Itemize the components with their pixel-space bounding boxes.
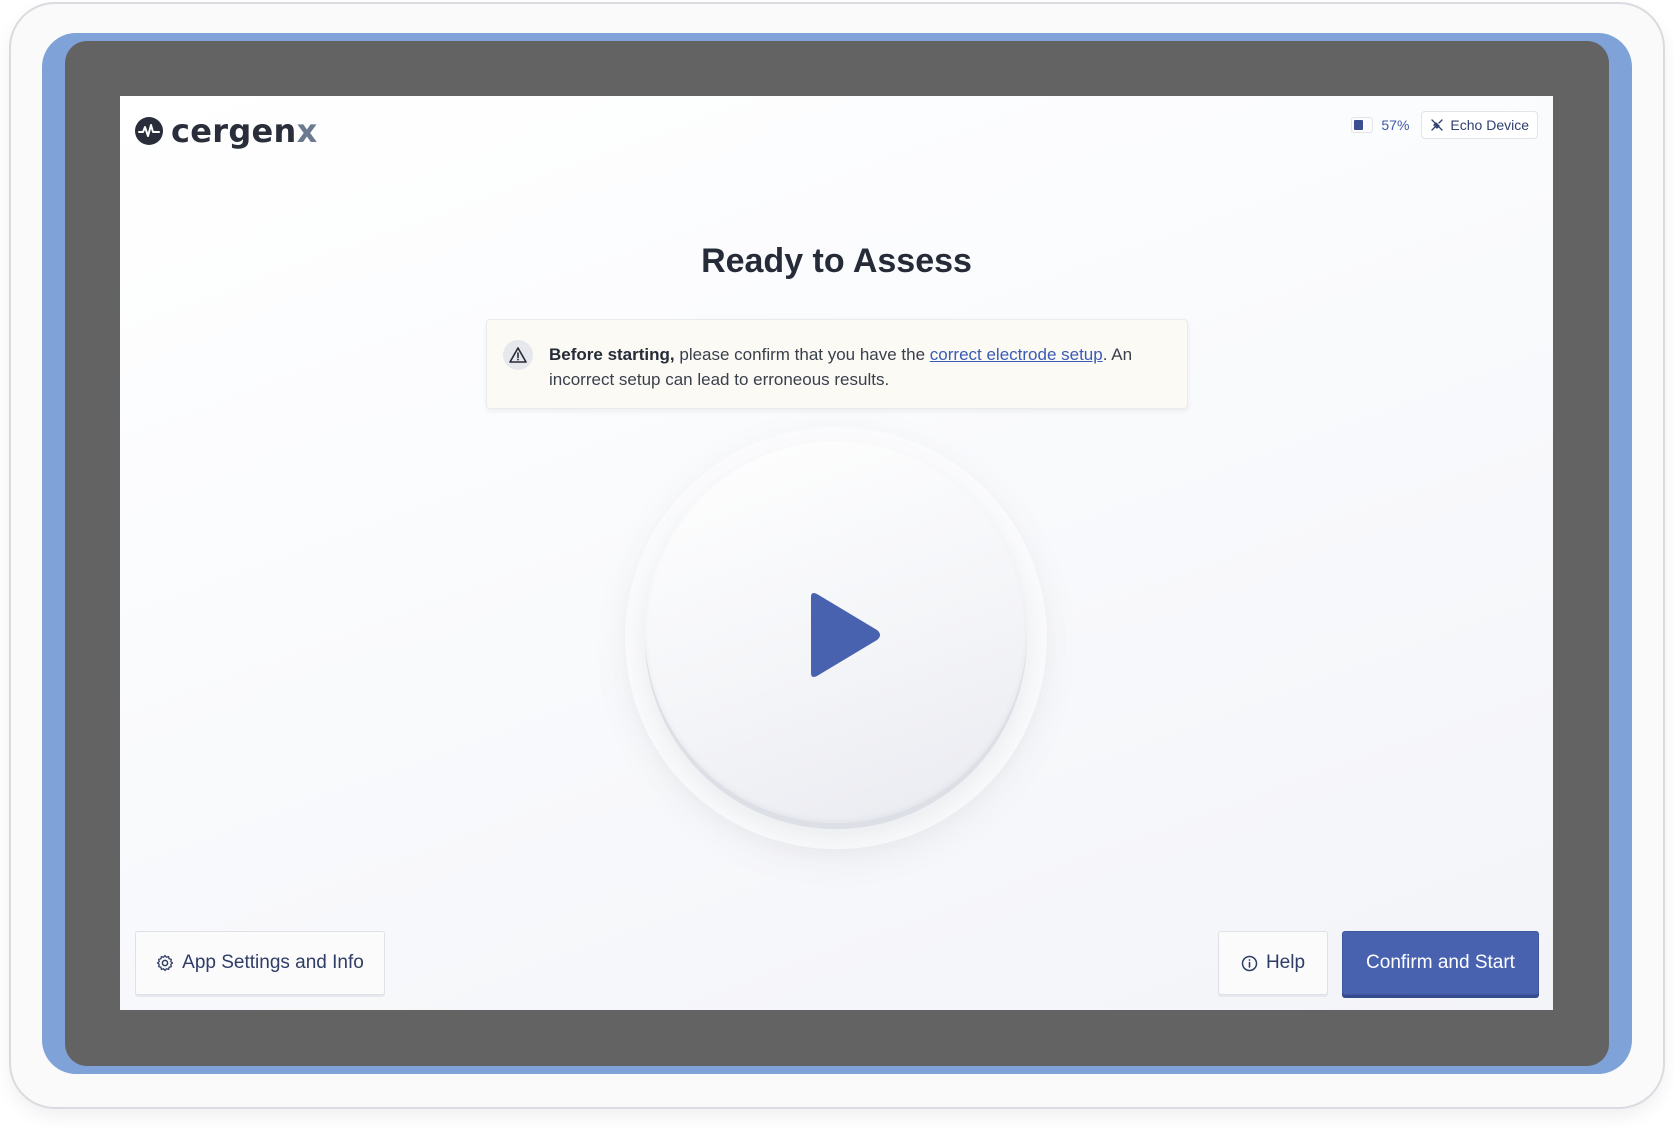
battery-fill (1354, 120, 1364, 130)
play-icon (811, 593, 880, 677)
status-area: 57% Echo Device (1351, 111, 1538, 139)
app-screen: cergenx 57% Echo Device Ready to Assess … (120, 96, 1553, 1010)
battery-icon (1351, 117, 1374, 133)
battery-indicator: 57% (1351, 117, 1409, 133)
start-assessment-play-button[interactable] (645, 441, 1027, 823)
plug-disconnected-icon (1431, 119, 1444, 131)
help-label: Help (1265, 952, 1306, 973)
device-status-badge[interactable]: Echo Device (1421, 111, 1538, 139)
info-icon (1241, 955, 1258, 971)
confirm-and-start-label: Confirm and Start (1366, 952, 1515, 973)
warning-lead: Before starting, (549, 345, 675, 364)
brand-logo: cergenx (135, 112, 318, 150)
device-label: Echo Device (1450, 117, 1529, 133)
help-button[interactable]: Help (1218, 931, 1328, 995)
confirm-and-start-button[interactable]: Confirm and Start (1342, 931, 1539, 995)
brand-name: cergenx (171, 112, 318, 150)
head-waveform-icon (135, 117, 163, 145)
page-title: Ready to Assess (701, 242, 972, 280)
app-settings-button[interactable]: App Settings and Info (135, 931, 385, 995)
app-settings-label: App Settings and Info (182, 952, 364, 973)
battery-label: 57% (1381, 117, 1410, 133)
gear-icon (157, 954, 174, 972)
warning-triangle-icon (503, 340, 533, 370)
electrode-setup-link[interactable]: correct electrode setup (930, 345, 1103, 364)
brand-name-accent: x (296, 112, 318, 150)
brand-name-main: cergen (171, 112, 297, 150)
warning-text-before-link: please confirm that you have the (674, 345, 930, 364)
setup-warning-banner: Before starting, please confirm that you… (486, 319, 1188, 409)
